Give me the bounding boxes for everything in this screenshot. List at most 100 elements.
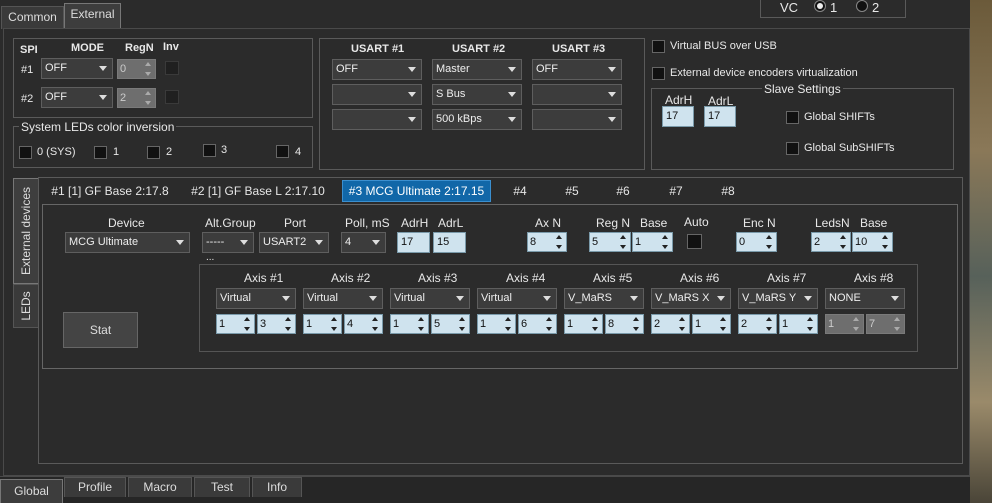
axis6-spin-a[interactable]: 2 <box>651 314 690 334</box>
global-shifts-checkbox[interactable] <box>786 111 799 124</box>
led-inv-checkbox-4[interactable] <box>276 145 289 158</box>
axis2-spin-a[interactable]: 1 <box>303 314 342 334</box>
vc-radio-1[interactable] <box>814 0 826 12</box>
altgroup-select[interactable]: ----- <box>202 232 254 253</box>
side-tab-leds[interactable]: LEDs <box>13 284 39 328</box>
device-tab-8[interactable]: #8 <box>714 181 742 201</box>
led-inv-checkbox-1[interactable] <box>94 146 107 159</box>
adrh-field[interactable]: 17 <box>397 232 430 253</box>
slave-adrh-field[interactable]: 17 <box>662 106 694 127</box>
led-inv-checkbox-0[interactable] <box>19 146 32 159</box>
axis5-spin-a[interactable]: 1 <box>564 314 603 334</box>
device-header: Device <box>108 216 145 230</box>
ledsn-header: LedsN <box>815 216 850 230</box>
axis7-spin-b[interactable]: 1 <box>779 314 818 334</box>
ext-encoders-checkbox[interactable] <box>652 67 665 80</box>
base-spin[interactable]: 1 <box>632 232 673 252</box>
spi2-inv-checkbox[interactable] <box>165 90 179 104</box>
axis8-spin-b[interactable]: 7 <box>866 314 905 334</box>
axis8-spin-a[interactable]: 1 <box>825 314 864 334</box>
usart2-mode-select[interactable]: Master <box>432 59 522 80</box>
adrl-field[interactable]: 15 <box>433 232 466 253</box>
side-tab-external-devices-label: External devices <box>19 186 33 276</box>
device-tab-4[interactable]: #4 <box>506 181 534 201</box>
regn-spin[interactable]: 5 <box>589 232 631 252</box>
virtual-bus-checkbox[interactable] <box>652 40 665 53</box>
vc-option-2: 2 <box>872 0 880 15</box>
axn-spin[interactable]: 8 <box>527 232 567 252</box>
base2-spin[interactable]: 10 <box>852 232 893 252</box>
axis6-type-select[interactable]: V_MaRS X <box>651 288 731 309</box>
axis8-type-select[interactable]: NONE <box>825 288 905 309</box>
usart1-protocol-select[interactable] <box>332 84 422 105</box>
bottom-tab-macro[interactable]: Macro <box>128 477 192 497</box>
bottom-tab-global[interactable]: Global <box>0 479 63 503</box>
vc-radio-2[interactable] <box>856 0 868 12</box>
axis7-spin-a[interactable]: 2 <box>738 314 777 334</box>
spi2-regn-spin[interactable]: 2 <box>117 88 156 108</box>
axis1-type-select[interactable]: Virtual <box>216 288 296 309</box>
axis6-label: Axis #6 <box>680 271 720 285</box>
spi-mode-header: MODE <box>71 42 104 54</box>
axn-value: 8 <box>530 236 537 248</box>
device-select[interactable]: MCG Ultimate <box>65 232 190 253</box>
tab-external[interactable]: External <box>64 3 121 29</box>
axis1-spin-a[interactable]: 1 <box>216 314 255 334</box>
usart2-speed-select[interactable]: 500 kBps <box>432 109 522 130</box>
device-tab-1[interactable]: #1 [1] GF Base 2:17.8 <box>47 181 173 201</box>
usart1-speed-select[interactable] <box>332 109 422 130</box>
device-tab-7[interactable]: #7 <box>662 181 690 201</box>
axis1-value-a: 1 <box>219 318 226 330</box>
spi2-mode-select[interactable]: OFF <box>41 87 113 108</box>
led-inv-checkbox-2[interactable] <box>147 146 160 159</box>
usart1-mode-select[interactable]: OFF <box>332 59 422 80</box>
axis3-type-select[interactable]: Virtual <box>390 288 470 309</box>
usart2-protocol-select[interactable]: S Bus <box>432 84 522 105</box>
axis4-spin-a[interactable]: 1 <box>477 314 516 334</box>
led-inv-checkbox-3[interactable] <box>203 144 216 157</box>
virtual-bus-label: Virtual BUS over USB <box>670 40 777 52</box>
axis7-type-select[interactable]: V_MaRS Y <box>738 288 818 309</box>
axis4-type-select[interactable]: Virtual <box>477 288 557 309</box>
slave-adrl-field[interactable]: 17 <box>704 106 736 127</box>
axis4-value-a: 1 <box>480 318 487 330</box>
axis5-type-select[interactable]: V_MaRS <box>564 288 644 309</box>
global-subshifts-checkbox[interactable] <box>786 142 799 155</box>
axis4-spin-b[interactable]: 6 <box>518 314 557 334</box>
usart3-speed-select[interactable] <box>532 109 622 130</box>
axis6-spin-b[interactable]: 1 <box>692 314 731 334</box>
bottom-tab-info[interactable]: Info <box>252 477 302 497</box>
spi-row1-label: #1 <box>21 64 34 76</box>
side-tab-external-devices[interactable]: External devices <box>13 178 39 284</box>
poll-select[interactable]: 4 <box>341 232 386 253</box>
axis1-spin-b[interactable]: 3 <box>257 314 296 334</box>
axis8-label: Axis #8 <box>854 271 894 285</box>
usart3-mode-select[interactable]: OFF <box>532 59 622 80</box>
axis3-spin-b[interactable]: 5 <box>431 314 470 334</box>
tab-common[interactable]: Common <box>1 6 64 29</box>
axis5-spin-b[interactable]: 8 <box>605 314 644 334</box>
usart3-protocol-select[interactable] <box>532 84 622 105</box>
axis2-spin-b[interactable]: 4 <box>344 314 383 334</box>
device-tab-3[interactable]: #3 MCG Ultimate 2:17.15 <box>342 180 491 202</box>
ledsn-spin[interactable]: 2 <box>811 232 851 252</box>
axis3-spin-a[interactable]: 1 <box>390 314 429 334</box>
device-tab-5[interactable]: #5 <box>558 181 586 201</box>
spi1-mode-select[interactable]: OFF <box>41 58 113 79</box>
bottom-tab-test[interactable]: Test <box>194 477 250 497</box>
device-tab-6[interactable]: #6 <box>609 181 637 201</box>
spi1-inv-checkbox[interactable] <box>165 61 179 75</box>
base2-value: 10 <box>855 236 868 248</box>
axis8-value-b: 7 <box>869 318 876 330</box>
regn-value: 5 <box>592 236 599 248</box>
slave-settings-title: Slave Settings <box>762 82 843 96</box>
port-select[interactable]: USART2 <box>259 232 329 253</box>
auto-checkbox[interactable] <box>687 234 702 249</box>
axis4-label: Axis #4 <box>506 271 546 285</box>
bottom-tab-profile[interactable]: Profile <box>64 477 126 497</box>
spi1-regn-spin[interactable]: 0 <box>117 59 156 79</box>
stat-button[interactable]: Stat <box>63 312 138 348</box>
device-tab-2[interactable]: #2 [1] GF Base L 2:17.10 <box>187 181 329 201</box>
encn-spin[interactable]: 0 <box>736 232 777 252</box>
axis2-type-select[interactable]: Virtual <box>303 288 383 309</box>
